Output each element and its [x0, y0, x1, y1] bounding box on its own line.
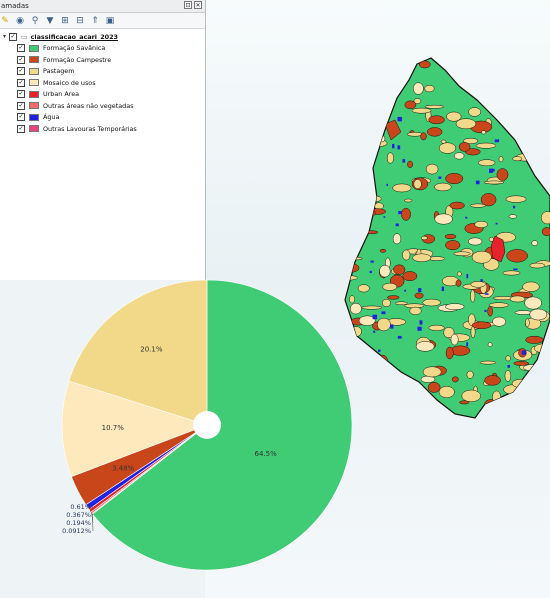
pie-label-leader — [92, 513, 94, 532]
pie-slice-label: 10.7% — [102, 424, 125, 432]
pie-center-hole — [193, 411, 221, 439]
pie-slice-label: 0.61% — [70, 503, 91, 511]
pie-slice-label: 20.1% — [140, 345, 163, 353]
pie-slice-label: 3.48% — [112, 464, 135, 472]
pie-slice-label: 64.5% — [254, 450, 277, 458]
pie-slice-label: 0.0912% — [62, 527, 91, 535]
pie-slice-label: 0.367% — [66, 511, 91, 519]
pie-chart: 64.5% 3.48% 10.7% 20.1% 0.61%0.367%0.194%0.0… — [61, 279, 353, 571]
pie-slice-label: 0.194% — [66, 519, 91, 527]
